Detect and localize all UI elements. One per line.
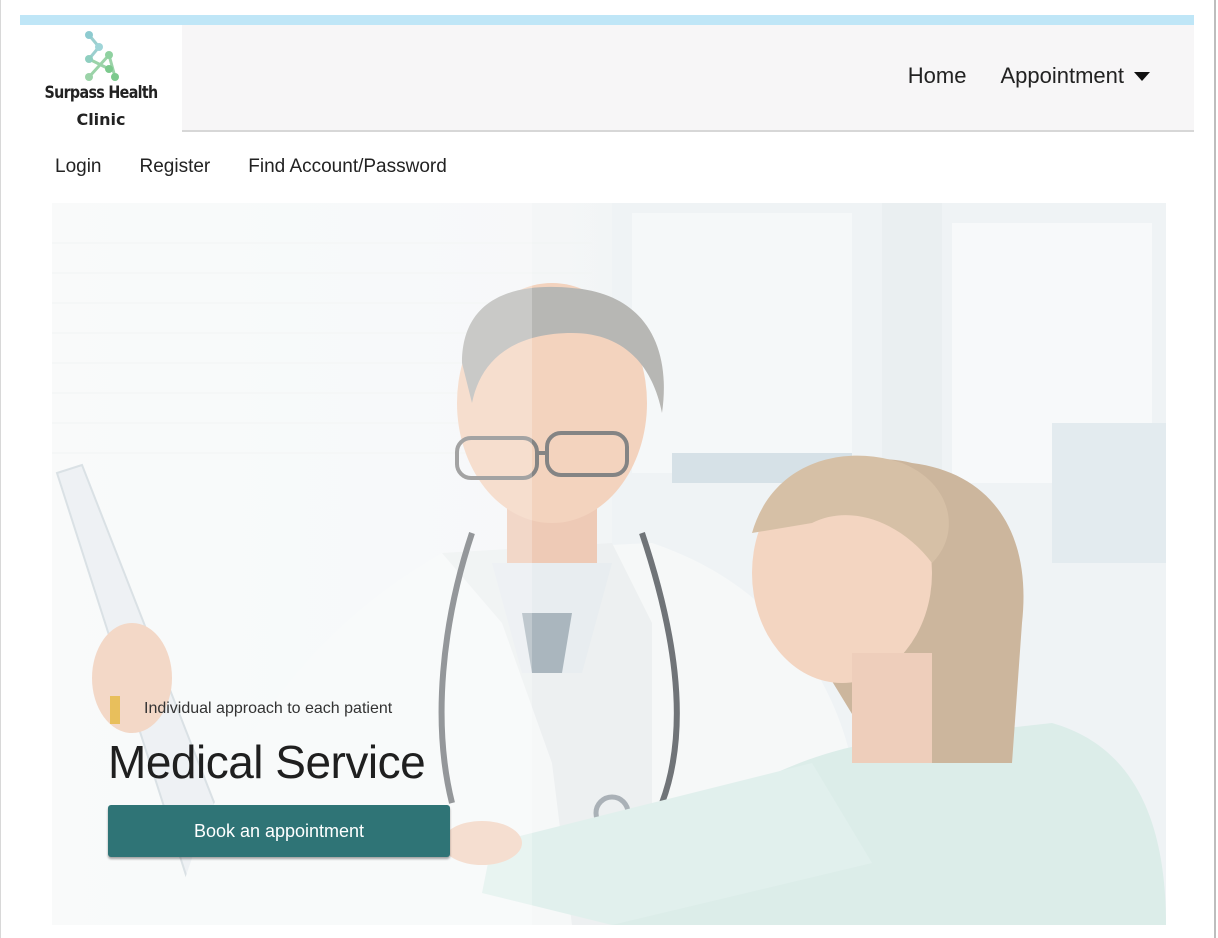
hero-title: Medical Service	[108, 736, 426, 788]
logo-text-name: Surpass Health	[44, 83, 158, 103]
hero-banner: Individual approach to each patient Medi…	[52, 203, 1166, 925]
top-accent-bar	[20, 15, 1194, 25]
nav-appointment-label: Appointment	[1000, 63, 1124, 88]
account-links: Login Register Find Account/Password	[55, 156, 485, 178]
clinic-logo[interactable]: Surpass Health Clinic	[20, 25, 182, 132]
nav-home-label: Home	[907, 63, 967, 88]
register-link[interactable]: Register	[140, 156, 211, 178]
caret-down-icon	[1134, 71, 1150, 81]
main-nav: Home Appointment	[874, 63, 1150, 89]
tagline-accent-bar	[110, 696, 120, 724]
login-link[interactable]: Login	[55, 156, 102, 178]
nav-appointment-dropdown[interactable]: Appointment	[1000, 63, 1150, 89]
nav-home[interactable]: Home	[908, 63, 967, 89]
find-account-link[interactable]: Find Account/Password	[248, 156, 447, 178]
logo-text-clinic: Clinic	[76, 110, 126, 129]
molecule-logo-icon	[85, 31, 119, 81]
site-header: Surpass Health Clinic Home Appointment	[20, 25, 1194, 132]
book-appointment-button[interactable]: Book an appointment	[108, 805, 450, 857]
hero-tagline: Individual approach to each patient	[144, 700, 393, 717]
